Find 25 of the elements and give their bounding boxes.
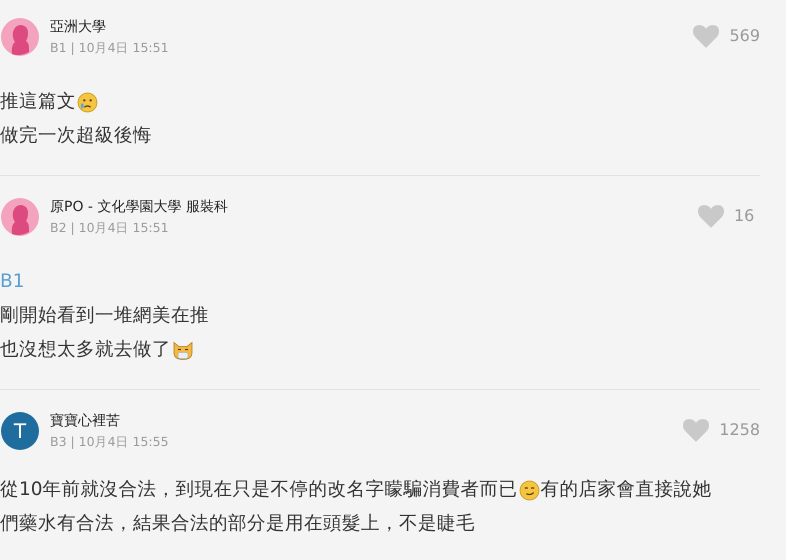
comment-text: 剛開始看到一堆網美在推 <box>0 304 209 328</box>
avatar-silhouette-icon[interactable] <box>1 198 39 236</box>
avatar[interactable]: T <box>1 412 39 450</box>
smirking-face-icon <box>518 480 540 500</box>
author-name[interactable]: 亞洲大學 <box>50 18 694 36</box>
post-meta: B3 | 10月4日 15:55 <box>50 432 170 450</box>
cat-face-icon <box>172 340 194 360</box>
post-meta: B1 | 10月4日 15:51 <box>50 38 170 56</box>
like-count: 16 <box>734 205 756 227</box>
heart-icon[interactable] <box>693 24 720 48</box>
post-meta: B2 | 10月4日 15:51 <box>50 218 170 236</box>
author-name[interactable]: 寶寶心裡苦 <box>50 412 684 430</box>
comment-text: 也沒想太多就去做了 <box>0 338 171 362</box>
comment-text: 們藥水有合法，結果合法的部分是用在頭髮上，不是睫毛 <box>0 512 475 536</box>
heart-icon[interactable] <box>698 204 724 228</box>
like-count: 569 <box>729 25 760 47</box>
like-count: 1258 <box>719 419 760 441</box>
comment-text: 從10年前就沒合法，到現在只是不停的改名字矇騙消費者而已 <box>0 478 518 502</box>
comment-text: 有的店家會直接說她 <box>540 478 712 502</box>
author-name[interactable]: 原PO - 文化學園大學 服裝科 <box>50 198 698 216</box>
comment-text: 推這篇文 <box>0 90 76 114</box>
comment-text: 做完一次超級後悔 <box>0 124 152 148</box>
sad-face-icon <box>77 92 98 112</box>
heart-icon[interactable] <box>683 418 710 442</box>
avatar-silhouette-icon[interactable] <box>1 18 39 56</box>
